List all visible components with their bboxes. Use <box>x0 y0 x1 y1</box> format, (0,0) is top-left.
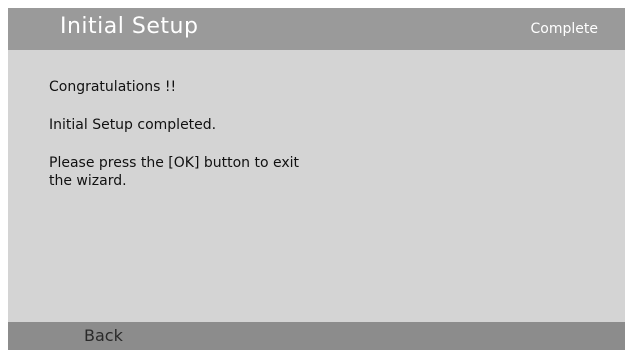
completed-text: Initial Setup completed. <box>49 117 217 133</box>
header-bar: Initial Setup Complete <box>8 8 625 50</box>
footer-bar: Back <box>8 322 625 350</box>
instruction-text: Please press the [OK] button to exit the… <box>49 155 300 189</box>
page-title: Initial Setup <box>60 14 199 39</box>
back-button[interactable]: Back <box>84 326 123 345</box>
status-label: Complete <box>530 21 598 37</box>
message-panel: Congratulations !! Initial Setup complet… <box>49 78 379 190</box>
setup-screen: Initial Setup Complete Congratulations !… <box>8 8 625 350</box>
congratulations-text: Congratulations !! <box>49 79 177 95</box>
